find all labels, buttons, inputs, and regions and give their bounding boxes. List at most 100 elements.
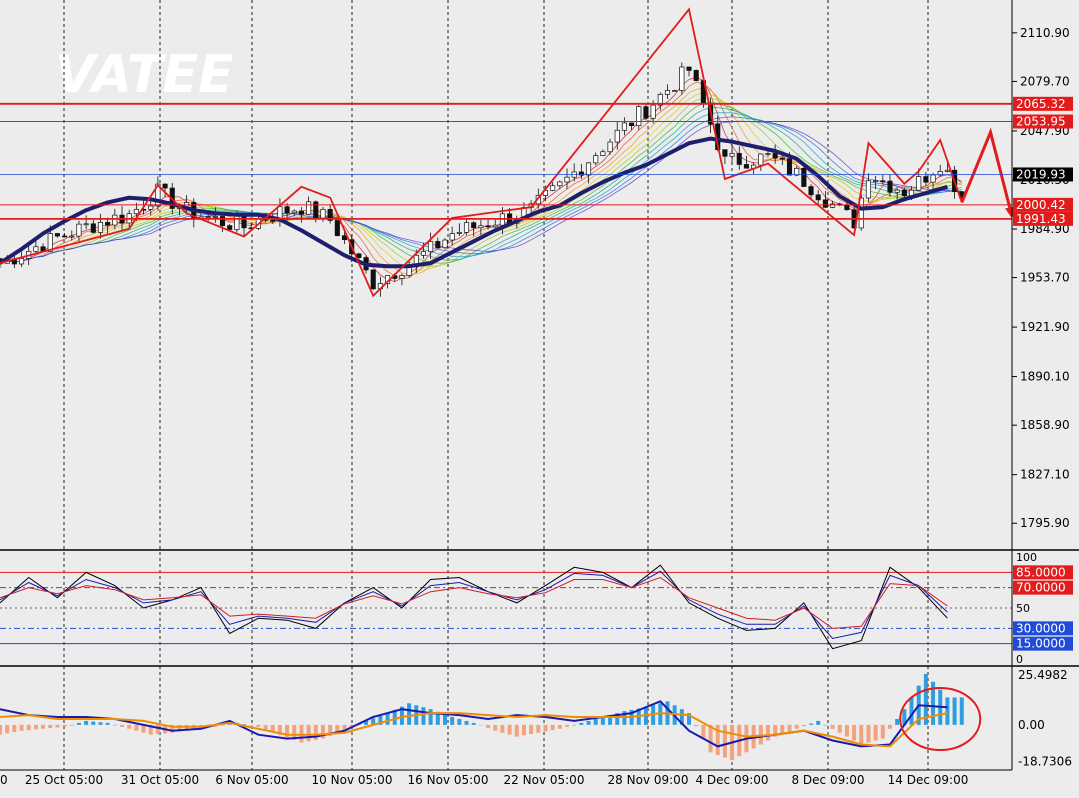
macd-histogram-bar [830,724,835,729]
macd-histogram-bar [249,724,254,726]
candle-body [607,141,613,153]
candle-body [916,176,922,191]
price-level-label: 2000.42 [1016,198,1066,212]
candle-body [722,149,728,157]
price-tick-label: 1795.90 [1020,516,1070,530]
candle-body [492,224,498,228]
macd-histogram-bar [507,724,512,735]
macd-histogram-bar [263,724,268,730]
candle-body [485,225,491,228]
macd-histogram-bar [586,720,591,725]
time-tick-label: 22 Nov 05:00 [504,773,585,787]
time-tick-label: 0 [0,773,8,787]
macd-histogram-bar [909,697,914,725]
candle-body [370,269,376,290]
price-level-label: 2019.93 [1016,167,1066,181]
time-tick-label: 4 Dec 09:00 [695,773,768,787]
macd-histogram-bar [41,724,46,729]
macd-histogram-bar [486,724,491,729]
candle-body [686,66,692,71]
candle-body [291,210,297,214]
macd-tick-label: 0.00 [1018,718,1045,732]
macd-histogram-bar [823,724,828,726]
candle-body [557,181,563,187]
candle-body [428,241,434,252]
candle-body [679,66,685,91]
candle-body [97,221,104,233]
candle-body [420,251,427,256]
candle-body [672,90,678,92]
oscillator-level-label: 70.0000 [1016,581,1066,595]
macd-histogram-bar [48,724,53,729]
trading-chart[interactable]: VATEE 2110.902079.702047.902016.301984.9… [0,0,1079,794]
candle-body [76,223,82,237]
macd-histogram-bar [844,724,849,737]
candle-body [873,180,879,183]
macd-histogram-bar [385,713,390,725]
candle-body [313,201,319,219]
candle-body [643,106,649,119]
time-tick-label: 28 Nov 09:00 [608,773,689,787]
macd-histogram-bar [887,724,892,729]
macd-histogram-bar [579,722,584,725]
candle-body [435,241,441,249]
candle-body [786,158,793,176]
candle-body [241,215,247,229]
macd-histogram-bar [694,724,699,727]
candle-body [772,153,778,159]
candle-body [779,157,785,160]
macd-histogram-bar [69,724,74,726]
oscillator-tick-label: 50 [1016,602,1030,615]
macd-histogram-bar [816,720,821,725]
candle-body [449,233,455,241]
macd-histogram-bar [945,697,950,725]
macd-histogram-bar [514,724,519,737]
time-tick-label: 25 Oct 05:00 [25,773,103,787]
chart-background [0,0,1079,794]
candle-body [550,185,556,191]
macd-histogram-bar [450,717,455,725]
macd-histogram-bar [565,724,570,727]
macd-histogram-bar [722,724,727,758]
price-tick-label: 1890.10 [1020,370,1070,384]
macd-histogram-bar [859,724,864,745]
macd-histogram-bar [62,724,67,727]
watermark-text: VATEE [55,45,234,105]
candle-body [614,129,620,143]
macd-histogram-bar [521,724,526,736]
macd-histogram-bar [593,718,598,725]
macd-histogram-bar [227,724,232,725]
candle-body [442,239,448,249]
candle-body [844,204,850,211]
price-tick-label: 1921.90 [1020,320,1070,334]
macd-histogram-bar [98,722,103,725]
macd-histogram-bar [407,703,412,725]
candle-body [729,153,735,157]
macd-histogram-bar [794,724,799,729]
macd-histogram-bar [299,724,304,743]
macd-histogram-bar [421,707,426,725]
candle-body [399,275,405,279]
candle-body [693,70,699,81]
macd-tick-label: -18.7306 [1018,755,1072,769]
candle-body [356,253,362,258]
macd-histogram-bar [320,724,325,739]
macd-histogram-bar [550,724,555,731]
candle-body [585,162,592,176]
macd-histogram-bar [952,697,957,725]
time-tick-label: 8 Dec 09:00 [791,773,864,787]
candle-body [901,189,907,197]
macd-histogram-bar [837,724,842,733]
candle-body [205,216,211,219]
macd-histogram-bar [120,724,125,727]
candle-body [162,183,168,189]
time-tick-label: 6 Nov 05:00 [215,773,288,787]
candle-body [758,153,764,166]
candle-body [133,208,139,215]
candle-body [62,235,68,238]
candle-body [664,90,671,95]
candle-body [306,201,312,215]
price-level-label: 2053.95 [1016,115,1066,129]
candle-body [880,180,886,183]
macd-histogram-bar [959,697,964,725]
